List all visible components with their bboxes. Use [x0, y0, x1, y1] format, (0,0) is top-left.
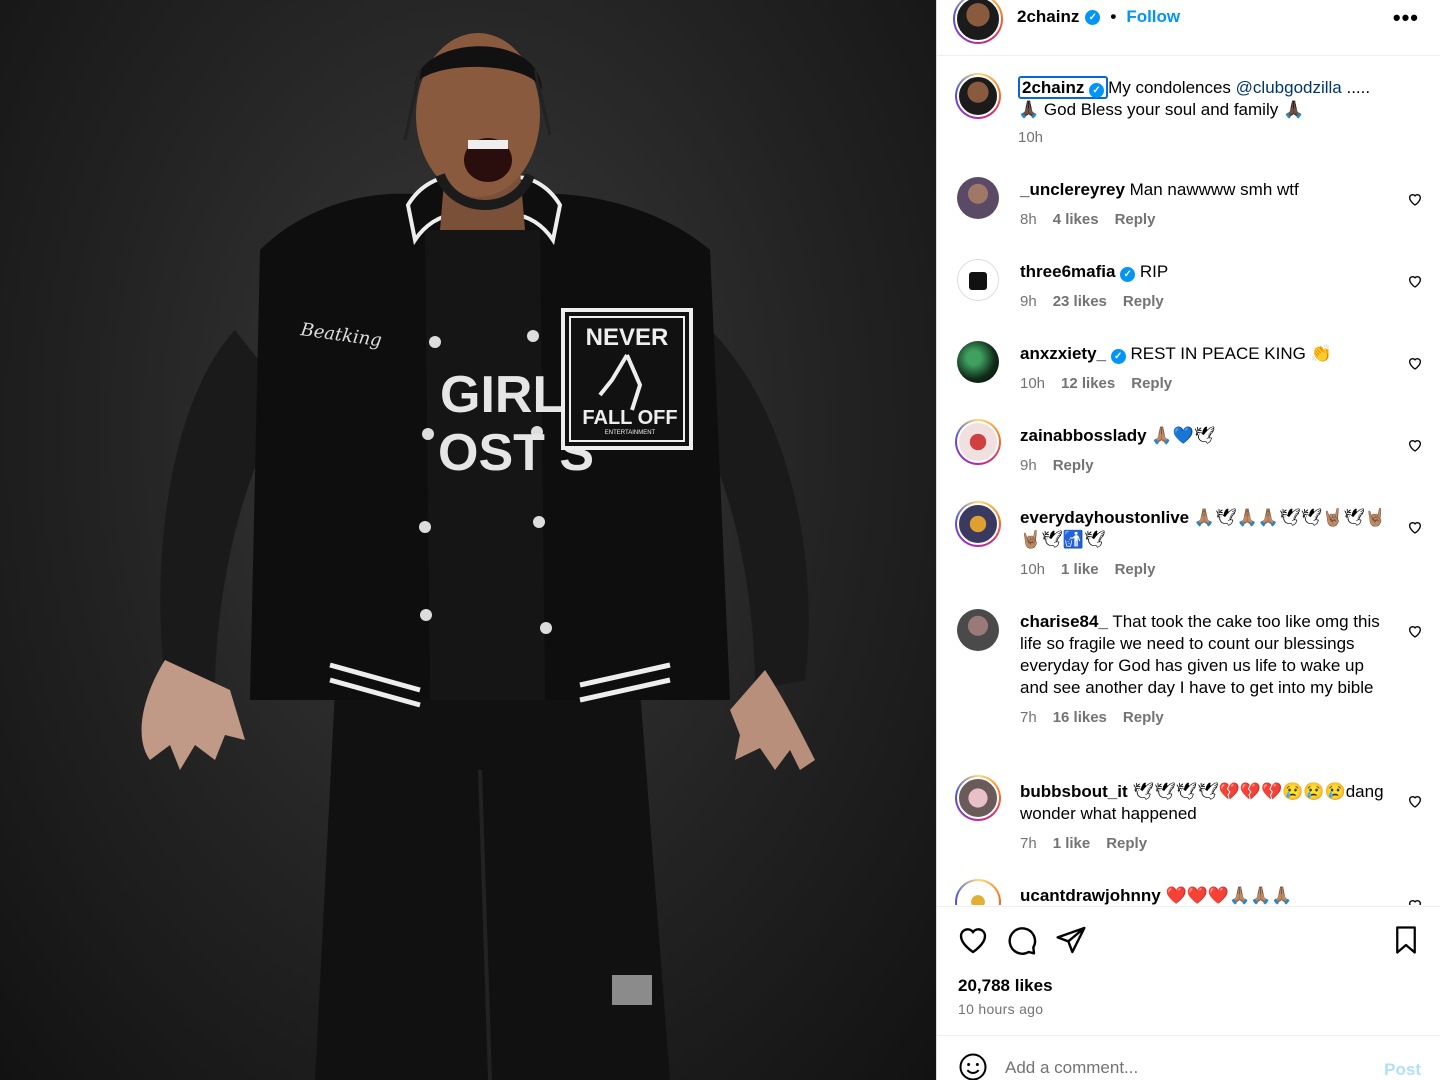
comments-list[interactable]: 2chainz ✓ My condolences @clubgodzilla ..… [937, 57, 1440, 905]
patch-text-bottom: FALL OFF [582, 407, 677, 429]
comment-username[interactable]: charise84_ [1020, 612, 1108, 631]
comment-text: REST IN PEACE KING 👏 [1130, 344, 1332, 363]
reply-button[interactable]: Reply [1115, 209, 1156, 231]
reply-button[interactable]: Reply [1115, 559, 1156, 581]
more-icon[interactable]: ••• [1393, 5, 1419, 31]
comment-username[interactable]: anxzxiety_ [1020, 344, 1106, 363]
comment-composer: Post [937, 1035, 1440, 1080]
caption-body: 2chainz ✓ My condolences @clubgodzilla ..… [1018, 76, 1398, 149]
comment-body: _unclereyrey Man nawwww smh wtf 8h 4 lik… [1020, 179, 1395, 231]
post-button[interactable]: Post [1384, 1060, 1421, 1080]
comment-likes[interactable]: 1 like [1053, 833, 1091, 855]
comment-time: 7h [1020, 835, 1037, 852]
reply-button[interactable]: Reply [1123, 707, 1164, 729]
comment-time: 10h [1020, 561, 1046, 578]
heart-icon[interactable] [1407, 623, 1423, 639]
comment-avatar[interactable] [955, 419, 1001, 465]
verified-icon: ✓ [1085, 9, 1101, 25]
comment-body: bubbsbout_it 🕊🕊🕊🕊💔💔💔😢😢😢dang wonder what … [1020, 781, 1395, 855]
heart-icon[interactable] [1407, 273, 1423, 289]
comment-avatar[interactable] [955, 775, 1001, 821]
comment-avatar[interactable] [957, 259, 999, 301]
comment-avatar[interactable] [955, 501, 1001, 547]
comment-username[interactable]: three6mafia [1020, 262, 1115, 281]
comment-input[interactable] [1005, 1050, 1365, 1080]
verified-icon: ✓ [1110, 349, 1126, 364]
comment-avatar[interactable] [955, 879, 1001, 905]
comment-body: charise84_ That took the cake too like o… [1020, 611, 1395, 729]
reply-button[interactable]: Reply [1123, 291, 1164, 313]
comment-text: Man nawwww smh wtf [1129, 180, 1299, 199]
comment-text: 🙏🏽💙🕊 [1151, 426, 1216, 445]
header-separator: • [1110, 7, 1117, 26]
comment-text: RIP [1139, 262, 1169, 281]
comment-likes[interactable]: 1 like [1061, 559, 1099, 581]
heart-icon[interactable] [1407, 793, 1423, 809]
header-avatar[interactable] [953, 0, 1003, 44]
patch-text-top: NEVER [586, 324, 669, 351]
comment-avatar[interactable] [957, 177, 999, 219]
post-header: 2chainz ✓ • Follow ••• [937, 0, 1440, 56]
comment-body: anxzxiety_ ✓ REST IN PEACE KING 👏 10h 12… [1020, 343, 1395, 395]
post-actions: 20,788 likes 10 hours ago [937, 906, 1440, 1034]
heart-icon[interactable] [1407, 355, 1423, 371]
heart-icon[interactable] [1407, 519, 1423, 535]
caption-time: 10h [1018, 129, 1044, 146]
comment-text: ❤️❤️❤️🙏🏽🙏🏽🙏🏽 [1165, 886, 1293, 905]
comment-username[interactable]: bubbsbout_it [1020, 782, 1128, 801]
reply-button[interactable]: Reply [1131, 373, 1172, 395]
reply-button[interactable]: Reply [1053, 455, 1094, 477]
comment-username[interactable]: zainabbosslady [1020, 426, 1147, 445]
comment-time: 8h [1020, 211, 1037, 228]
share-icon[interactable] [1055, 924, 1087, 956]
patch-text-small: ENTERTAINMENT [605, 430, 656, 436]
follow-button[interactable]: Follow [1126, 7, 1180, 27]
caption-mention[interactable]: @clubgodzilla [1236, 78, 1342, 97]
right-hand [730, 670, 815, 770]
post-photo-illustration: GIRLS OST S NEVER FALL OFF ENTERTAINMENT… [141, 33, 815, 1080]
comment-avatar[interactable] [957, 609, 999, 651]
comment-username[interactable]: everydayhoustonlive [1020, 508, 1189, 527]
caption-avatar[interactable] [955, 73, 1001, 119]
comment-likes[interactable]: 4 likes [1053, 209, 1099, 231]
comment-username[interactable]: _unclereyrey [1020, 180, 1125, 199]
caption-username[interactable]: 2chainz ✓ [1018, 76, 1109, 99]
comment-body: three6mafia ✓ RIP 9h 23 likes Reply [1020, 261, 1395, 313]
post-time: 10 hours ago [958, 1001, 1044, 1017]
comment-username[interactable]: ucantdrawjohnny [1020, 886, 1161, 905]
comment-body: ucantdrawjohnny ❤️❤️❤️🙏🏽🙏🏽🙏🏽 [1020, 885, 1395, 905]
post-image[interactable]: GIRLS OST S NEVER FALL OFF ENTERTAINMENT… [0, 0, 936, 1080]
verified-icon: ✓ [1120, 267, 1136, 282]
comment-body: zainabbosslady 🙏🏽💙🕊 9h Reply [1020, 425, 1395, 477]
caption-text-before: My condolences [1108, 78, 1236, 97]
comment-time: 9h [1020, 293, 1037, 310]
bookmark-icon[interactable] [1391, 924, 1421, 956]
header-username[interactable]: 2chainz [1017, 7, 1079, 27]
heart-icon[interactable] [1407, 897, 1423, 905]
comment-avatar[interactable] [957, 341, 999, 383]
comment-likes[interactable]: 12 likes [1061, 373, 1115, 395]
comment-body: everydayhoustonlive 🙏🏽🕊🙏🏽🙏🏽🕊🕊🤘🏽🕊🤘🏽🤘🏽🕊🚮🕊 … [1020, 507, 1395, 581]
comment-time: 7h [1020, 709, 1037, 726]
heart-icon[interactable] [1407, 191, 1423, 207]
heart-icon[interactable] [1407, 437, 1423, 453]
comment-time: 10h [1020, 375, 1046, 392]
comment-likes[interactable]: 16 likes [1053, 707, 1107, 729]
reply-button[interactable]: Reply [1106, 833, 1147, 855]
comment-time: 9h [1020, 457, 1037, 474]
comment-likes[interactable]: 23 likes [1053, 291, 1107, 313]
left-hand [141, 660, 245, 770]
heart-icon[interactable] [957, 924, 989, 956]
header-user: 2chainz ✓ • Follow [1017, 7, 1180, 27]
pants [315, 690, 670, 1080]
post-side-panel: 2chainz ✓ • Follow ••• 2chainz ✓ My condo… [936, 0, 1440, 1080]
comment-icon[interactable] [1006, 924, 1038, 956]
verified-icon: ✓ [1089, 83, 1105, 98]
emoji-icon[interactable] [958, 1052, 988, 1080]
like-count[interactable]: 20,788 likes [958, 976, 1053, 996]
